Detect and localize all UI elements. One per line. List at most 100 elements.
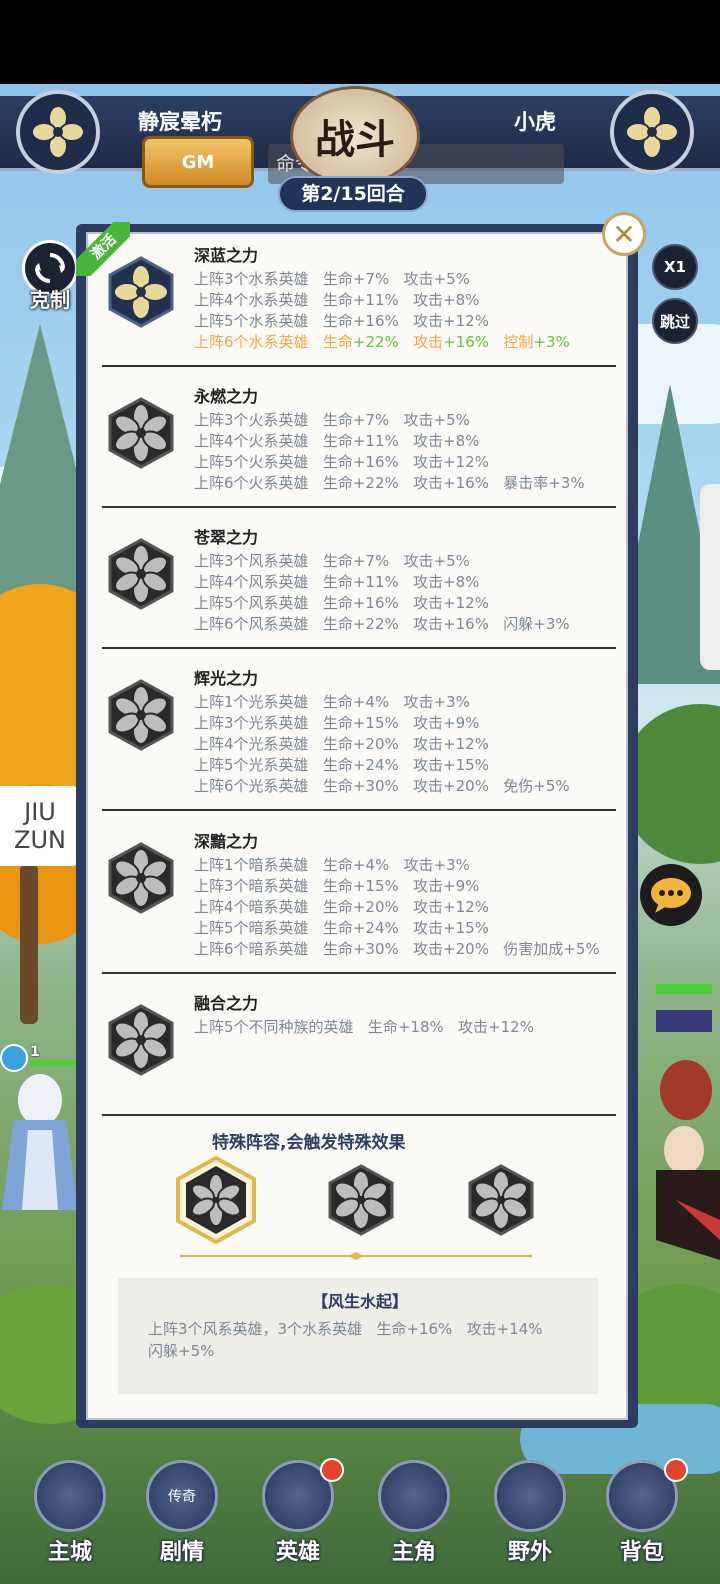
nav-protagonist[interactable]: 主角 — [374, 1460, 454, 1580]
tier-value: +22% — [352, 333, 399, 351]
tree-trunk — [20, 864, 38, 1024]
special-lineup-title: 特殊阵容,会触发特殊效果 — [212, 1133, 406, 1153]
bond-tier: 上阵6个风系英雄 生命+22% 攻击+16% 闪躲+3% — [194, 615, 570, 633]
bond-tier: 上阵1个光系英雄 生命+4% 攻击+3% — [194, 693, 470, 711]
left-hero[interactable] — [0, 1060, 80, 1220]
divider — [102, 506, 616, 508]
special-lineup-option[interactable] — [326, 1164, 396, 1236]
bond-tier: 上阵5个火系英雄 生命+16% 攻击+12% — [194, 453, 489, 471]
tier-value: +3% — [533, 333, 570, 351]
bond-tier-active: 上阵6个水系英雄 生命+22% 攻击+16% 控制+3% — [194, 331, 570, 352]
notification-dot — [664, 1458, 688, 1482]
bond-tier: 上阵4个火系英雄 生命+11% 攻击+8% — [194, 432, 480, 450]
special-lineup-icon — [176, 1155, 256, 1245]
jiuzun-line1: JIU — [24, 798, 56, 826]
notification-dot — [320, 1458, 344, 1482]
special-lineup-option[interactable] — [466, 1164, 536, 1236]
nav-label: 剧情 — [159, 1540, 204, 1565]
bond-tier: 上阵6个暗系英雄 生命+30% 攻击+20% 伤害加成+5% — [194, 940, 600, 958]
tier-stat: 生命 — [322, 333, 353, 351]
side-drawer-tab[interactable] — [700, 484, 720, 670]
bond-tier: 上阵3个风系英雄 生命+7% 攻击+5% — [194, 552, 470, 570]
bond-light: 辉光之力 上阵1个光系英雄 生命+4% 攻击+3% 上阵3个光系英雄 生命+15… — [104, 665, 614, 805]
wind-bond-icon — [108, 538, 174, 610]
right-player-name: 小虎 — [514, 110, 556, 134]
bond-tier: 上阵4个风系英雄 生命+11% 攻击+8% — [194, 573, 480, 591]
bond-title: 辉光之力 — [194, 669, 259, 688]
nav-label: 主角 — [391, 1540, 436, 1565]
ornament-divider — [180, 1252, 532, 1260]
bond-tier: 上阵5个不同种族的英雄 生命+18% 攻击+12% — [194, 1018, 534, 1036]
castle-icon — [34, 1460, 106, 1532]
divider — [102, 365, 616, 367]
divider — [102, 647, 616, 649]
chat-bubble-icon — [651, 878, 691, 913]
bond-tier: 上阵4个光系英雄 生命+20% 攻击+12% — [194, 735, 489, 753]
special-lineup-option-selected[interactable] — [176, 1155, 256, 1245]
nav-label: 野外 — [507, 1540, 552, 1565]
tier-stat: 攻击 — [413, 333, 444, 351]
bond-tier: 上阵3个水系英雄 生命+7% 攻击+5% — [194, 270, 470, 288]
status-bar — [0, 0, 720, 84]
bond-title: 永燃之力 — [194, 387, 259, 406]
water-element-icon — [0, 1044, 28, 1072]
protagonist-icon — [378, 1460, 450, 1532]
bond-title: 深蓝之力 — [194, 246, 259, 265]
dark-bond-icon — [108, 842, 174, 914]
nav-label: 背包 — [619, 1540, 664, 1565]
tier-stat: 控制 — [503, 333, 534, 351]
bond-tier: 上阵5个水系英雄 生命+16% 攻击+12% — [194, 312, 489, 330]
nav-story-icon-text: 传奇 — [168, 1489, 196, 1505]
water-bond-icon — [108, 256, 174, 328]
bond-wind: 苍翠之力 上阵3个风系英雄 生命+7% 攻击+5% 上阵4个风系英雄 生命+11… — [104, 524, 614, 644]
bond-tier: 上阵3个光系英雄 生命+15% 攻击+9% — [194, 714, 480, 732]
skip-button[interactable]: 跳过 — [652, 298, 698, 344]
gm-button[interactable]: GM — [142, 136, 254, 188]
tier-value: +16% — [443, 333, 490, 351]
bond-tier: 上阵6个光系英雄 生命+30% 攻击+20% 免伤+5% — [194, 777, 570, 795]
left-player-emblem[interactable] — [16, 90, 100, 174]
divider — [102, 809, 616, 811]
speed-button[interactable]: X1 — [652, 244, 698, 290]
jiuzun-line2: ZUN — [14, 826, 66, 854]
left-hero-hp-bar — [30, 1060, 78, 1066]
bond-tier: 上阵4个暗系英雄 生命+20% 攻击+12% — [194, 898, 489, 916]
round-counter: 第2/15回合 — [278, 176, 428, 212]
bond-fire: 永燃之力 上阵3个火系英雄 生命+7% 攻击+5% 上阵4个火系英雄 生命+11… — [104, 383, 614, 503]
bond-title: 深黯之力 — [194, 832, 259, 851]
right-hero[interactable] — [636, 980, 720, 1280]
light-bond-icon — [108, 679, 174, 751]
book-icon: 传奇 — [146, 1460, 218, 1532]
bond-water: 深蓝之力 上阵3个水系英雄 生命+7% 攻击+5% 上阵4个水系英雄 生命+11… — [104, 242, 614, 362]
nav-main-city[interactable]: 主城 — [30, 1460, 110, 1580]
restrain-label: 克制 — [30, 288, 70, 312]
bond-tier: 上阵1个暗系英雄 生命+4% 攻击+3% — [194, 856, 470, 874]
bond-tier: 上阵5个暗系英雄 生命+24% 攻击+15% — [194, 919, 489, 937]
close-icon: ✕ — [612, 217, 636, 251]
fire-bond-icon — [108, 397, 174, 469]
nav-wilderness[interactable]: 野外 — [490, 1460, 570, 1580]
jiuzun-floating-button[interactable]: JIU ZUN — [0, 786, 80, 866]
divider — [102, 1114, 616, 1116]
bond-tier: 上阵3个火系英雄 生命+7% 攻击+5% — [194, 411, 470, 429]
fusion-bond-icon — [108, 1004, 174, 1076]
nav-story[interactable]: 传奇 剧情 — [142, 1460, 222, 1580]
bond-title: 苍翠之力 — [194, 528, 259, 547]
left-player-name: 静宸晕朽 — [138, 110, 222, 134]
tier-condition: 上阵6个水系英雄 — [194, 333, 309, 351]
nav-label: 主城 — [47, 1540, 92, 1565]
bond-dark: 深黯之力 上阵1个暗系英雄 生命+4% 攻击+3% 上阵3个暗系英雄 生命+15… — [104, 828, 614, 968]
special-lineup-name: 【风生水起】 — [311, 1292, 408, 1311]
bond-title: 融合之力 — [194, 994, 259, 1013]
flower-emblem-icon — [31, 105, 85, 159]
bond-tier: 上阵5个风系英雄 生命+16% 攻击+12% — [194, 594, 489, 612]
bond-fusion: 融合之力 上阵5个不同种族的英雄 生命+18% 攻击+12% — [104, 990, 614, 1100]
nav-label: 英雄 — [275, 1540, 320, 1565]
divider — [102, 972, 616, 974]
left-hero-level: 1 — [30, 1044, 40, 1060]
chat-button[interactable] — [640, 864, 702, 926]
bond-tier: 上阵4个水系英雄 生命+11% 攻击+8% — [194, 291, 480, 309]
right-player-emblem[interactable] — [610, 90, 694, 174]
battle-badge: 战斗 — [290, 86, 420, 186]
cycle-arrows-icon — [35, 253, 65, 283]
